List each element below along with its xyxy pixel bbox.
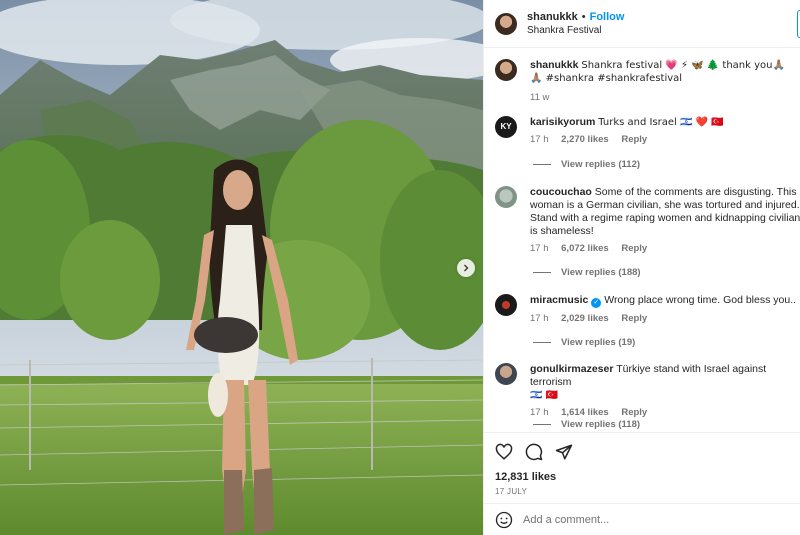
comment-username[interactable]: karisikyorum [530, 116, 595, 128]
share-icon[interactable] [555, 443, 573, 461]
commenter-avatar[interactable]: KY [495, 116, 517, 138]
comment-meta: 17 h 1,614 likes Reply [530, 406, 800, 419]
heart-icon[interactable] [495, 443, 513, 461]
view-replies-label: View replies (19) [561, 337, 636, 348]
comment-meta: 17 h 2,029 likes Reply [530, 312, 800, 325]
caption-text: Shankra festival 💗 ⚡ 🦋 🌲 thank you🙏🏽 [581, 60, 785, 71]
commenter-avatar[interactable] [495, 186, 517, 208]
comment-meta: 17 h 6,072 likes Reply [530, 242, 800, 255]
caption-username[interactable]: shanukkk [530, 59, 578, 71]
reply-button[interactable]: Reply [621, 313, 647, 324]
comment-body: karisikyorum Turks and Israel 🇮🇱 ❤️ 🇹🇷 1… [530, 116, 800, 146]
comment-username[interactable]: miracmusic [530, 294, 588, 306]
verified-badge-icon: ✓ [591, 298, 602, 308]
comment-meta: 17 h 2,270 likes Reply [530, 133, 800, 146]
comment-username[interactable]: gonulkirmazeser [530, 363, 613, 375]
comment-age: 17 h [530, 407, 549, 418]
author-avatar[interactable] [495, 12, 517, 35]
separator-dot: • [581, 10, 586, 23]
reply-button[interactable]: Reply [621, 243, 647, 254]
replies-line [533, 424, 551, 425]
post-photo [0, 0, 483, 535]
emoji-icon[interactable] [495, 511, 513, 529]
chevron-right-icon [464, 264, 469, 272]
add-comment-input[interactable] [523, 514, 783, 526]
comment-likes[interactable]: 6,072 likes [561, 243, 609, 254]
view-replies-label: View replies (188) [561, 267, 641, 278]
reply-button[interactable]: Reply [621, 407, 647, 418]
comment-body: miracmusic ✓ Wrong place wrong time. God… [530, 294, 800, 325]
add-comment-bar [484, 503, 800, 535]
comment-text: Wrong place wrong time. God bless you.. [604, 294, 797, 306]
comment-age: 17 h [530, 134, 549, 145]
next-photo-button[interactable] [457, 259, 475, 277]
view-replies-button[interactable]: View replies (112) [533, 159, 640, 170]
commenter-avatar[interactable] [495, 294, 517, 316]
comment-age: 17 h [530, 313, 549, 324]
comment-text: Turks and Israel 🇮🇱 ❤️ 🇹🇷 [598, 117, 724, 128]
view-replies-label: View replies (118) [561, 419, 641, 430]
follow-button[interactable]: Follow [590, 11, 625, 23]
comment-icon[interactable] [525, 443, 543, 461]
caption-age: 11 w [530, 92, 550, 103]
comment-username[interactable]: coucouchao [530, 186, 592, 198]
comment-likes[interactable]: 1,614 likes [561, 407, 609, 418]
author-avatar[interactable] [495, 59, 517, 81]
author-info: shanukkk • Follow Shankra Festival [527, 11, 624, 37]
post-side-panel: shanukkk • Follow Shankra Festival shanukk… [483, 0, 800, 535]
comments-list[interactable]: shanukkk Shankra festival 💗 ⚡ 🦋 🌲 thank … [484, 49, 800, 432]
view-replies-button[interactable]: View replies (19) [533, 337, 635, 348]
caption-hashtags[interactable]: 🙏🏽 #shankra #shankrafestival [530, 73, 682, 84]
view-replies-button[interactable]: View replies (118) [533, 419, 640, 430]
post-date: 17 JULY [495, 487, 528, 496]
comment-likes[interactable]: 2,270 likes [561, 134, 609, 145]
likes-count[interactable]: 12,831 likes [495, 471, 556, 483]
caption-body: shanukkk Shankra festival 💗 ⚡ 🦋 🌲 thank … [530, 59, 800, 104]
author-username[interactable]: shanukkk [527, 11, 578, 23]
comment-body: gonulkirmazeser Türkiye stand with Israe… [530, 363, 800, 419]
replies-line [533, 272, 551, 273]
post-header: shanukkk • Follow Shankra Festival [484, 0, 800, 48]
replies-line [533, 342, 551, 343]
caption-meta: 11 w [530, 91, 800, 104]
photo-scene [0, 0, 483, 535]
view-replies-label: View replies (112) [561, 159, 641, 170]
comment-age: 17 h [530, 243, 549, 254]
comment-flags: 🇮🇱 🇹🇷 [530, 390, 559, 401]
post-location[interactable]: Shankra Festival [527, 24, 624, 37]
replies-line [533, 164, 551, 165]
post-actions: 12,831 likes 17 JULY [484, 432, 800, 535]
commenter-avatar[interactable] [495, 363, 517, 385]
comment-likes[interactable]: 2,029 likes [561, 313, 609, 324]
view-replies-button[interactable]: View replies (188) [533, 267, 641, 278]
comment-body: coucouchao Some of the comments are disg… [530, 186, 800, 255]
action-icons [495, 443, 573, 461]
reply-button[interactable]: Reply [621, 134, 647, 145]
